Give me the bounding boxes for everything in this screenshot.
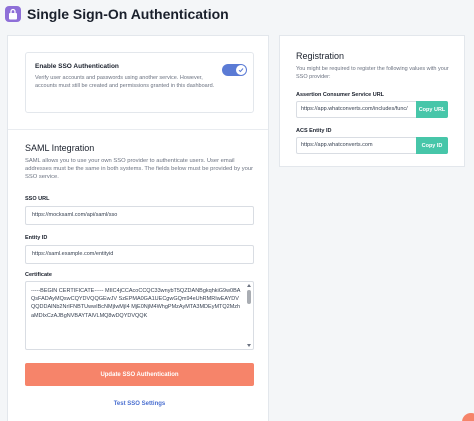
registration-card: Registration You might be required to re… [279,35,465,167]
check-icon [238,68,244,73]
scroll-up-arrow-icon[interactable] [247,284,251,287]
acs-entity-id-input[interactable]: https://app.whatconverts.com [297,138,416,153]
enable-sso-panel: Enable SSO Authentication Verify user ac… [25,52,254,113]
registration-title: Registration [296,51,345,61]
entity-id-label: Entity ID [25,235,48,241]
update-sso-button[interactable]: Update SSO Authentication [25,363,254,386]
enable-sso-title: Enable SSO Authentication [35,63,119,70]
certificate-text: -----BEGIN CERTIFICATE----- MIIC4jCCAcoC… [31,288,241,319]
acs-entity-id-label: ACS Entity ID [296,128,332,134]
sso-settings-card: Enable SSO Authentication Verify user ac… [7,35,269,421]
saml-section-title: SAML Integration [25,143,95,153]
saml-description: SAML allows you to use your own SSO prov… [25,158,254,180]
lock-icon [9,8,17,20]
entity-id-input[interactable]: https://saml.example.com/entityid [25,245,254,264]
page-title: Single Sign-On Authentication [27,6,229,22]
certificate-textarea[interactable]: -----BEGIN CERTIFICATE----- MIIC4jCCAcoC… [25,281,254,350]
certificate-label: Certificate [25,272,52,278]
toggle-knob [236,65,246,75]
chat-widget-button[interactable] [462,413,474,421]
sso-url-input[interactable]: https://mocksaml.com/api/saml/sso [25,206,254,225]
acs-url-group: https://app.whatconverts.com/includes/fu… [296,101,448,118]
scroll-down-arrow-icon[interactable] [247,344,251,347]
registration-description: You might be required to register the fo… [296,66,449,80]
certificate-scrollbar[interactable] [246,283,252,348]
test-sso-link[interactable]: Test SSO Settings [25,399,254,409]
acs-url-input[interactable]: https://app.whatconverts.com/includes/fu… [297,102,416,117]
sso-url-label: SSO URL [25,196,50,202]
acs-url-label: Assertion Consumer Service URL [296,92,385,98]
page-header: Single Sign-On Authentication [0,0,474,30]
enable-sso-description: Verify user accounts and passwords using… [35,75,215,89]
section-divider [8,129,268,130]
enable-sso-toggle[interactable] [222,64,247,76]
copy-id-button[interactable]: Copy ID [416,137,448,154]
scroll-thumb[interactable] [247,290,251,304]
copy-url-button[interactable]: Copy URL [416,101,448,118]
acs-entity-id-group: https://app.whatconverts.com Copy ID [296,137,448,154]
lock-badge [5,6,21,22]
